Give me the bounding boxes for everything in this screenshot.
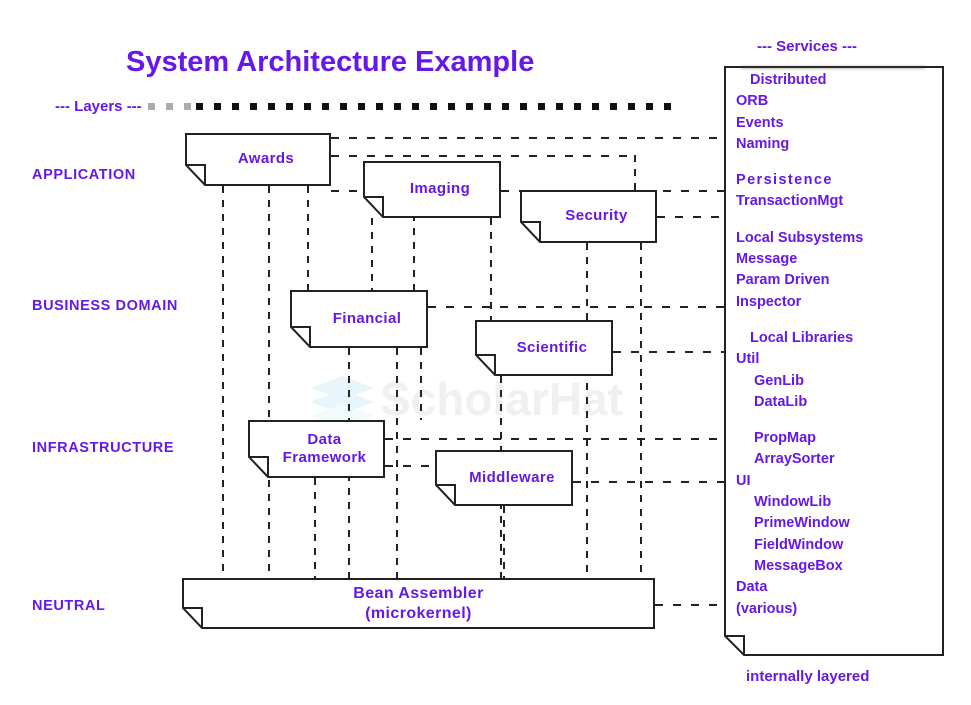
component-box-financial[interactable]: Financial xyxy=(290,290,428,348)
services-item[interactable]: Message xyxy=(736,249,942,270)
services-item[interactable]: TransactionMgt xyxy=(736,191,942,212)
services-item[interactable]: Data xyxy=(736,577,942,598)
layers-dotted-line xyxy=(196,103,682,110)
connector-vertical xyxy=(314,478,316,578)
services-item[interactable]: Param Driven xyxy=(736,270,942,291)
component-box-middleware[interactable]: Middleware xyxy=(435,450,573,506)
services-item[interactable]: GenLib xyxy=(736,371,942,392)
services-label: --- Services --- xyxy=(757,38,858,55)
services-item[interactable]: PrimeWindow xyxy=(736,513,942,534)
connector-vertical xyxy=(396,348,398,578)
connector-vertical xyxy=(634,155,636,191)
services-item[interactable]: FieldWindow xyxy=(736,535,942,556)
services-item[interactable]: MessageBox xyxy=(736,556,942,577)
services-item[interactable]: (various) xyxy=(736,599,942,620)
services-item[interactable]: WindowLib xyxy=(736,492,942,513)
services-spacer xyxy=(736,155,942,170)
services-item-list: Distributed ORB Events Naming Persistence Tr… xyxy=(736,70,942,620)
component-box-data-framework[interactable]: Data Framework xyxy=(248,420,385,478)
services-item[interactable]: ORB xyxy=(736,91,942,112)
connector-vertical xyxy=(420,348,422,420)
connector-vertical xyxy=(490,218,492,320)
services-item[interactable]: DataLib xyxy=(736,392,942,413)
services-item[interactable]: Naming xyxy=(736,134,942,155)
layer-label-application: APPLICATION xyxy=(32,167,136,183)
component-label: Security xyxy=(565,207,628,225)
component-label: Middleware xyxy=(469,468,555,486)
connector-horizontal xyxy=(331,137,724,139)
component-box-security[interactable]: Security xyxy=(520,190,657,243)
internally-layered-caption: internally layered xyxy=(746,668,870,685)
component-label: Financial xyxy=(332,309,402,327)
layers-label: --- Layers --- xyxy=(55,98,142,115)
layer-label-infrastructure: INFRASTRUCTURE xyxy=(32,440,175,456)
connector-horizontal xyxy=(613,351,724,353)
connector-vertical xyxy=(268,186,270,578)
connector-horizontal xyxy=(331,155,635,157)
panel-top-smudge xyxy=(741,66,925,69)
connector-horizontal xyxy=(573,481,724,483)
component-box-awards[interactable]: Awards xyxy=(185,133,331,186)
services-item[interactable]: Inspector xyxy=(736,292,942,313)
component-box-imaging[interactable]: Imaging xyxy=(363,161,501,218)
component-label: Bean Assembler (microkernel) xyxy=(353,584,484,622)
layers-dotted-line-fade xyxy=(148,103,196,110)
layer-label-business-domain: BUSINESS DOMAIN xyxy=(32,298,178,314)
connector-horizontal xyxy=(385,465,435,467)
layer-label-neutral: NEUTRAL xyxy=(32,598,106,614)
services-item[interactable]: ArraySorter xyxy=(736,449,942,470)
services-item[interactable]: UI xyxy=(736,471,942,492)
connector-vertical xyxy=(503,506,505,578)
services-item[interactable]: PropMap xyxy=(736,428,942,449)
connector-horizontal xyxy=(655,604,724,606)
connector-vertical xyxy=(307,186,309,290)
connector-vertical xyxy=(640,243,642,578)
connector-vertical xyxy=(222,186,224,578)
architecture-diagram: ScholarHat System Architecture Example -… xyxy=(0,0,971,705)
services-spacer xyxy=(736,413,942,428)
component-label: Imaging xyxy=(409,180,471,198)
component-box-bean-assembler[interactable]: Bean Assembler (microkernel) xyxy=(182,578,655,629)
component-box-scientific[interactable]: Scientific xyxy=(475,320,613,376)
services-panel: Distributed ORB Events Naming Persistence Tr… xyxy=(724,66,944,656)
connector-horizontal xyxy=(428,306,724,308)
connector-horizontal xyxy=(331,190,363,192)
connector-vertical xyxy=(586,243,588,578)
services-item[interactable]: Local Subsystems xyxy=(736,228,942,249)
services-spacer xyxy=(736,213,942,228)
services-item[interactable]: Events xyxy=(736,113,942,134)
component-label: Scientific xyxy=(516,338,588,356)
services-item[interactable]: Distributed xyxy=(736,70,942,91)
services-item[interactable]: Util xyxy=(736,349,942,370)
services-item[interactable]: Local Libraries xyxy=(736,328,942,349)
services-spacer xyxy=(736,313,942,328)
connector-vertical xyxy=(371,218,373,290)
component-label: Awards xyxy=(237,150,295,168)
page-title: System Architecture Example xyxy=(126,46,535,78)
connector-horizontal xyxy=(385,438,724,440)
services-item[interactable]: Persistence xyxy=(736,170,942,191)
component-label: Data Framework xyxy=(282,430,367,466)
connector-horizontal xyxy=(657,216,724,218)
